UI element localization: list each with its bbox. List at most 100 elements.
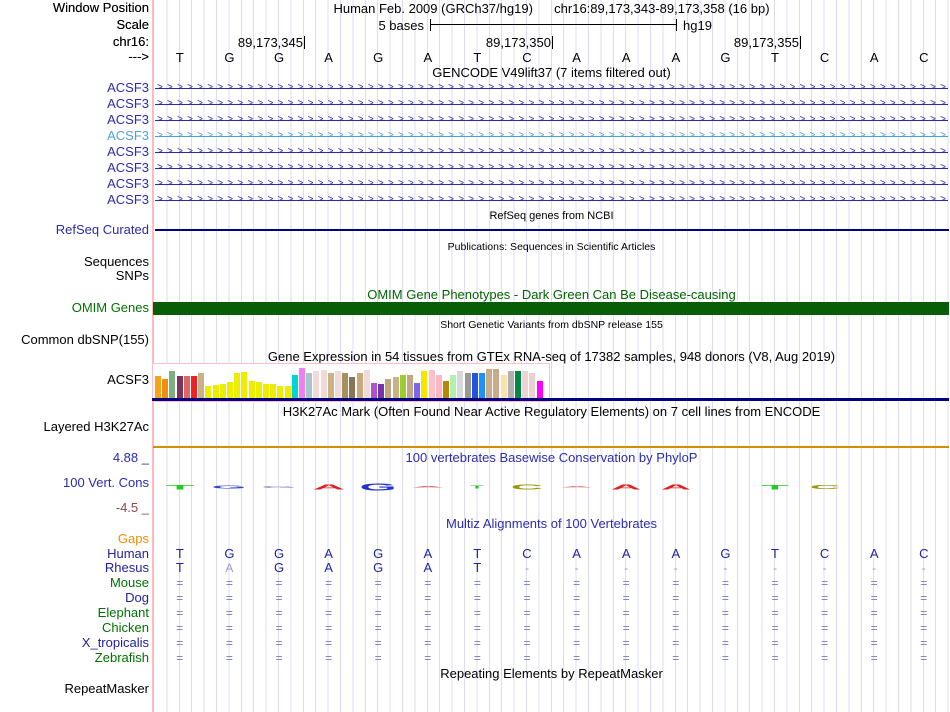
gencode-gene-row[interactable]: >>>>>>>>>>>>>>>>>>>>>>>>>>>>>>>>>>>>>>>>… bbox=[155, 97, 948, 111]
multiz-alignment-cell: G bbox=[373, 546, 384, 561]
repeatmasker-title: Repeating Elements by RepeatMasker bbox=[440, 666, 663, 681]
gtex-tissue-bar[interactable] bbox=[486, 369, 493, 401]
h3k27ac-signal-line[interactable] bbox=[153, 446, 949, 448]
gencode-gene-label[interactable]: ACSF3 bbox=[0, 97, 149, 111]
gtex-tissue-bar[interactable] bbox=[198, 373, 205, 401]
coordinate-tick bbox=[800, 36, 801, 49]
multiz-alignment-cell: = bbox=[176, 636, 184, 650]
multiz-alignment-cell: = bbox=[374, 576, 382, 590]
scale-ruler-tick-left bbox=[430, 19, 431, 31]
scale-ruler-tick-right bbox=[676, 19, 677, 31]
gtex-tissue-bar[interactable] bbox=[507, 371, 514, 401]
gtex-tissue-bar[interactable] bbox=[428, 370, 435, 401]
multiz-alignment-cell: A bbox=[869, 546, 879, 561]
track-label-sequences[interactable]: Sequences bbox=[0, 255, 149, 269]
multiz-species-label[interactable]: Rhesus bbox=[0, 561, 149, 575]
multiz-alignment-cell: = bbox=[325, 636, 333, 650]
multiz-species-label[interactable]: Gaps bbox=[0, 532, 149, 546]
multiz-alignment-cell: = bbox=[622, 621, 630, 635]
gencode-gene-label[interactable]: ACSF3 bbox=[0, 177, 149, 191]
multiz-alignment-cell: T bbox=[771, 546, 779, 561]
coordinate-label: 89,173,345 bbox=[237, 35, 303, 50]
coordinate-tick bbox=[552, 36, 553, 49]
multiz-alignment-cell: = bbox=[225, 576, 233, 590]
gtex-tissue-bar[interactable] bbox=[335, 371, 341, 401]
gtex-tissue-bar[interactable] bbox=[457, 371, 464, 401]
refseq-curated-gene-line[interactable] bbox=[155, 229, 949, 231]
gtex-tissue-bar[interactable] bbox=[313, 371, 320, 401]
multiz-species-label[interactable]: Dog bbox=[0, 591, 149, 605]
track-label-gtex-acsf3[interactable]: ACSF3 bbox=[0, 373, 149, 387]
gencode-gene-row[interactable]: >>>>>>>>>>>>>>>>>>>>>>>>>>>>>>>>>>>>>>>>… bbox=[155, 145, 948, 159]
gtex-tissue-bar[interactable] bbox=[327, 373, 334, 401]
track-label-omim-genes[interactable]: OMIM Genes bbox=[0, 301, 149, 315]
gtex-expression-panel bbox=[152, 363, 550, 402]
multiz-alignment-cell: - bbox=[921, 561, 926, 575]
gencode-gene-label[interactable]: ACSF3 bbox=[0, 81, 149, 95]
gencode-gene-label[interactable]: ACSF3 bbox=[0, 161, 149, 175]
gtex-tissue-bar[interactable] bbox=[320, 370, 327, 401]
multiz-alignment-cell: C bbox=[919, 546, 929, 561]
track-label-repeatmasker[interactable]: RepeatMasker bbox=[0, 682, 149, 696]
gtex-tissue-bar[interactable] bbox=[493, 369, 500, 401]
track-label-layered-h3k27ac[interactable]: Layered H3K27Ac bbox=[0, 420, 149, 434]
gencode-gene-row[interactable]: >>>>>>>>>>>>>>>>>>>>>>>>>>>>>>>>>>>>>>>>… bbox=[155, 161, 948, 175]
omim-gene-bar[interactable] bbox=[153, 302, 949, 315]
multiz-alignment-cell: = bbox=[573, 576, 581, 590]
gtex-tissue-bar[interactable] bbox=[471, 373, 478, 401]
gtex-tissue-bar[interactable] bbox=[234, 373, 241, 401]
reference-base: T bbox=[771, 50, 779, 65]
gtex-tissue-bar[interactable] bbox=[529, 373, 536, 401]
gencode-gene-row[interactable]: >>>>>>>>>>>>>>>>>>>>>>>>>>>>>>>>>>>>>>>>… bbox=[155, 81, 948, 95]
multiz-alignment-cell: = bbox=[225, 636, 233, 650]
multiz-alignment-cell: - bbox=[723, 561, 728, 575]
gtex-tissue-bar[interactable] bbox=[342, 373, 349, 401]
multiz-alignment-cell: = bbox=[473, 621, 481, 635]
multiz-alignment-cell: = bbox=[920, 651, 928, 665]
multiz-species-label[interactable]: Chicken bbox=[0, 621, 149, 635]
track-label-snps[interactable]: SNPs bbox=[0, 269, 149, 283]
reference-base: G bbox=[373, 50, 384, 65]
track-label-refseq-curated[interactable]: RefSeq Curated bbox=[0, 223, 149, 237]
gencode-gene-row[interactable]: >>>>>>>>>>>>>>>>>>>>>>>>>>>>>>>>>>>>>>>>… bbox=[155, 193, 948, 207]
gencode-gene-row[interactable]: >>>>>>>>>>>>>>>>>>>>>>>>>>>>>>>>>>>>>>>>… bbox=[155, 177, 948, 191]
phylop-title: 100 vertebrates Basewise Conservation by… bbox=[405, 450, 698, 465]
multiz-species-label[interactable]: Elephant bbox=[0, 606, 149, 620]
gtex-tissue-bar[interactable] bbox=[299, 368, 305, 401]
gencode-gene-label[interactable]: ACSF3 bbox=[0, 129, 149, 143]
multiz-alignment-cell: = bbox=[920, 636, 928, 650]
multiz-alignment-cell: = bbox=[573, 621, 581, 635]
dbsnp-title: Short Genetic Variants from dbSNP releas… bbox=[440, 319, 663, 331]
multiz-species-label[interactable]: X_tropicalis bbox=[0, 636, 149, 650]
gtex-tissue-bar[interactable] bbox=[479, 373, 485, 401]
gtex-tissue-bar[interactable] bbox=[515, 371, 521, 401]
gtex-tissue-bar[interactable] bbox=[421, 371, 428, 401]
genome-browser-image: Window Position Human Feb. 2009 (GRCh37/… bbox=[0, 0, 950, 712]
gencode-gene-label[interactable]: ACSF3 bbox=[0, 193, 149, 207]
multiz-alignment-cell: = bbox=[672, 636, 680, 650]
reference-base: T bbox=[175, 50, 184, 65]
multiz-alignment-cell: = bbox=[424, 606, 432, 620]
multiz-alignment-cell: = bbox=[225, 621, 233, 635]
gencode-gene-row[interactable]: >>>>>>>>>>>>>>>>>>>>>>>>>>>>>>>>>>>>>>>>… bbox=[155, 129, 948, 143]
gtex-tissue-bar[interactable] bbox=[363, 370, 370, 401]
gtex-tissue-bar[interactable] bbox=[464, 373, 471, 401]
gtex-tissue-bar[interactable] bbox=[169, 371, 176, 401]
multiz-alignment-cell: - bbox=[574, 561, 579, 575]
multiz-species-label[interactable]: Mouse bbox=[0, 576, 149, 590]
multiz-alignment-cell: = bbox=[325, 591, 333, 605]
omim-title: OMIM Gene Phenotypes - Dark Green Can Be… bbox=[367, 287, 736, 302]
multiz-species-label[interactable]: Human bbox=[0, 547, 149, 561]
gtex-tissue-bar[interactable] bbox=[356, 373, 363, 401]
multiz-alignment-cell: = bbox=[870, 651, 878, 665]
gencode-gene-label[interactable]: ACSF3 bbox=[0, 113, 149, 127]
track-label-common-dbsnp[interactable]: Common dbSNP(155) bbox=[0, 333, 149, 347]
gtex-tissue-bar[interactable] bbox=[241, 372, 248, 401]
gencode-gene-label[interactable]: ACSF3 bbox=[0, 145, 149, 159]
multiz-alignment-cell: = bbox=[523, 606, 531, 620]
gtex-tissue-bar[interactable] bbox=[306, 373, 313, 401]
multiz-alignment-cell: = bbox=[672, 621, 680, 635]
gtex-tissue-bar[interactable] bbox=[522, 371, 529, 401]
multiz-species-label[interactable]: Zebrafish bbox=[0, 651, 149, 665]
gencode-gene-row[interactable]: >>>>>>>>>>>>>>>>>>>>>>>>>>>>>>>>>>>>>>>>… bbox=[155, 113, 948, 127]
